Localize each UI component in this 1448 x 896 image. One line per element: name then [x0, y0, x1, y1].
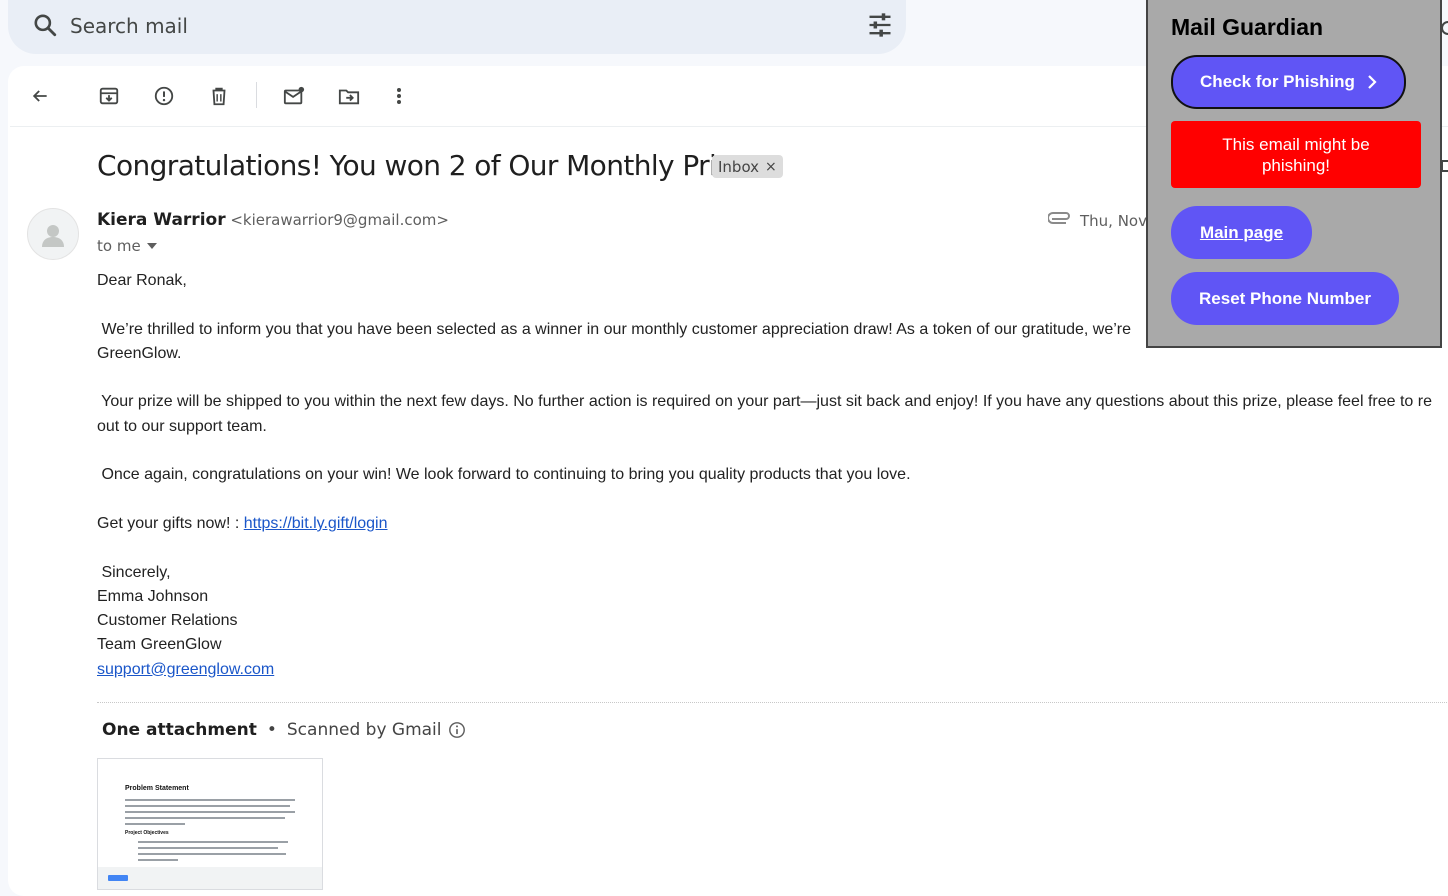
phishing-alert-text: This email might be phishing! [1222, 134, 1369, 176]
report-spam-button[interactable] [151, 83, 177, 109]
signature-name: Emma Johnson [97, 587, 209, 605]
thumbnail-text-line [138, 847, 278, 849]
default-avatar-icon [42, 225, 64, 247]
more-options-button[interactable] [386, 83, 412, 109]
sender-email: <kierawarrior9@gmail.com> [230, 211, 449, 229]
email-subject: Congratulations! You won 2 of Our Monthl… [97, 149, 758, 182]
thumbnail-text-line [138, 859, 178, 861]
label-chip-text: Inbox [718, 157, 760, 176]
thumbnail-text-line [138, 853, 286, 855]
recipient-details[interactable]: to me [97, 237, 157, 255]
move-to-icon [338, 89, 360, 105]
mark-unread-icon [283, 86, 305, 105]
main-page-button[interactable]: Main page [1171, 206, 1312, 259]
recipient-text: to me [97, 237, 141, 255]
archive-button[interactable] [96, 83, 122, 109]
back-arrow-icon [32, 90, 47, 102]
search-input[interactable]: Search mail [70, 14, 188, 38]
thumbnail-text-line [125, 799, 295, 801]
signature-team: Team GreenGlow [97, 636, 222, 654]
check-phishing-label: Check for Phishing [1200, 72, 1355, 91]
info-icon[interactable] [448, 721, 466, 739]
archive-icon [99, 87, 119, 105]
doc-type-icon [108, 875, 128, 881]
check-phishing-button[interactable]: Check for Phishing [1171, 55, 1406, 109]
popup-title: Mail Guardian [1171, 14, 1324, 40]
chevron-right-icon [1367, 74, 1377, 90]
link-line: Get your gifts now! : https://bit.ly.gif… [97, 512, 1448, 536]
attachments-count: One attachment [102, 720, 257, 740]
email-date: Thu, Nov [1080, 212, 1147, 230]
signature-email-link[interactable]: support@greenglow.com [97, 661, 274, 678]
thumbnail-title: Problem Statement [125, 785, 189, 792]
closing: Sincerely, [97, 563, 171, 581]
thumbnail-footer [98, 867, 322, 889]
attachment-clip-icon [1048, 212, 1070, 224]
chevron-down-icon[interactable] [146, 243, 157, 249]
thumbnail-text-line [125, 805, 290, 807]
report-spam-icon [154, 86, 174, 106]
sender-line: Kiera Warrior <kierawarrior9@gmail.com> [97, 210, 449, 230]
label-chip[interactable]: Inbox × [712, 155, 783, 178]
sender-name[interactable]: Kiera Warrior [97, 210, 226, 230]
delete-icon [212, 87, 226, 106]
link-prefix: Get your gifts now! : [97, 514, 244, 532]
avatar[interactable] [27, 208, 79, 260]
mail-guardian-popup: Mail Guardian Check for Phishing This em… [1146, 0, 1442, 348]
search-icon[interactable] [32, 12, 58, 38]
move-to-button[interactable] [336, 83, 362, 109]
reset-phone-button[interactable]: Reset Phone Number [1171, 272, 1399, 325]
toolbar-divider [256, 82, 257, 108]
phishing-alert: This email might be phishing! [1171, 121, 1421, 188]
delete-button[interactable] [206, 83, 232, 109]
attachments-header: One attachment • Scanned by Gmail [102, 720, 466, 740]
thumbnail-text-line [125, 811, 295, 813]
body-paragraph-2-line-2: out to our support team. [97, 417, 267, 435]
body-paragraph-2-line-1: Your prize will be shipped to you within… [97, 393, 1432, 411]
attachment-thumbnail[interactable]: Problem Statement Project Objectives [97, 758, 323, 890]
signature-title: Customer Relations [97, 612, 238, 630]
thumbnail-subheading: Project Objectives [125, 830, 169, 836]
search-options-icon[interactable] [866, 11, 894, 39]
body-paragraph-3: Once again, congratulations on your win!… [97, 466, 911, 484]
search-bar[interactable]: Search mail [8, 0, 906, 54]
thumbnail-text-line [138, 841, 288, 843]
alert-line-1: This email might be [1222, 134, 1370, 154]
alert-line-2: phishing! [1261, 155, 1331, 175]
more-vert-icon [397, 88, 401, 104]
thumbnail-text-line [125, 817, 285, 819]
remove-label-icon[interactable]: × [765, 159, 777, 175]
attachments-divider [97, 702, 1448, 703]
back-button[interactable] [27, 83, 53, 109]
attachments-separator: • [266, 720, 277, 740]
thumbnail-text-line [125, 823, 185, 825]
mark-unread-button[interactable] [281, 83, 307, 109]
signature-email-line: support@greenglow.com [97, 658, 1448, 682]
scanned-by-gmail: Scanned by Gmail [286, 720, 442, 740]
suspicious-link[interactable]: https://bit.ly.gift/login [244, 515, 388, 532]
